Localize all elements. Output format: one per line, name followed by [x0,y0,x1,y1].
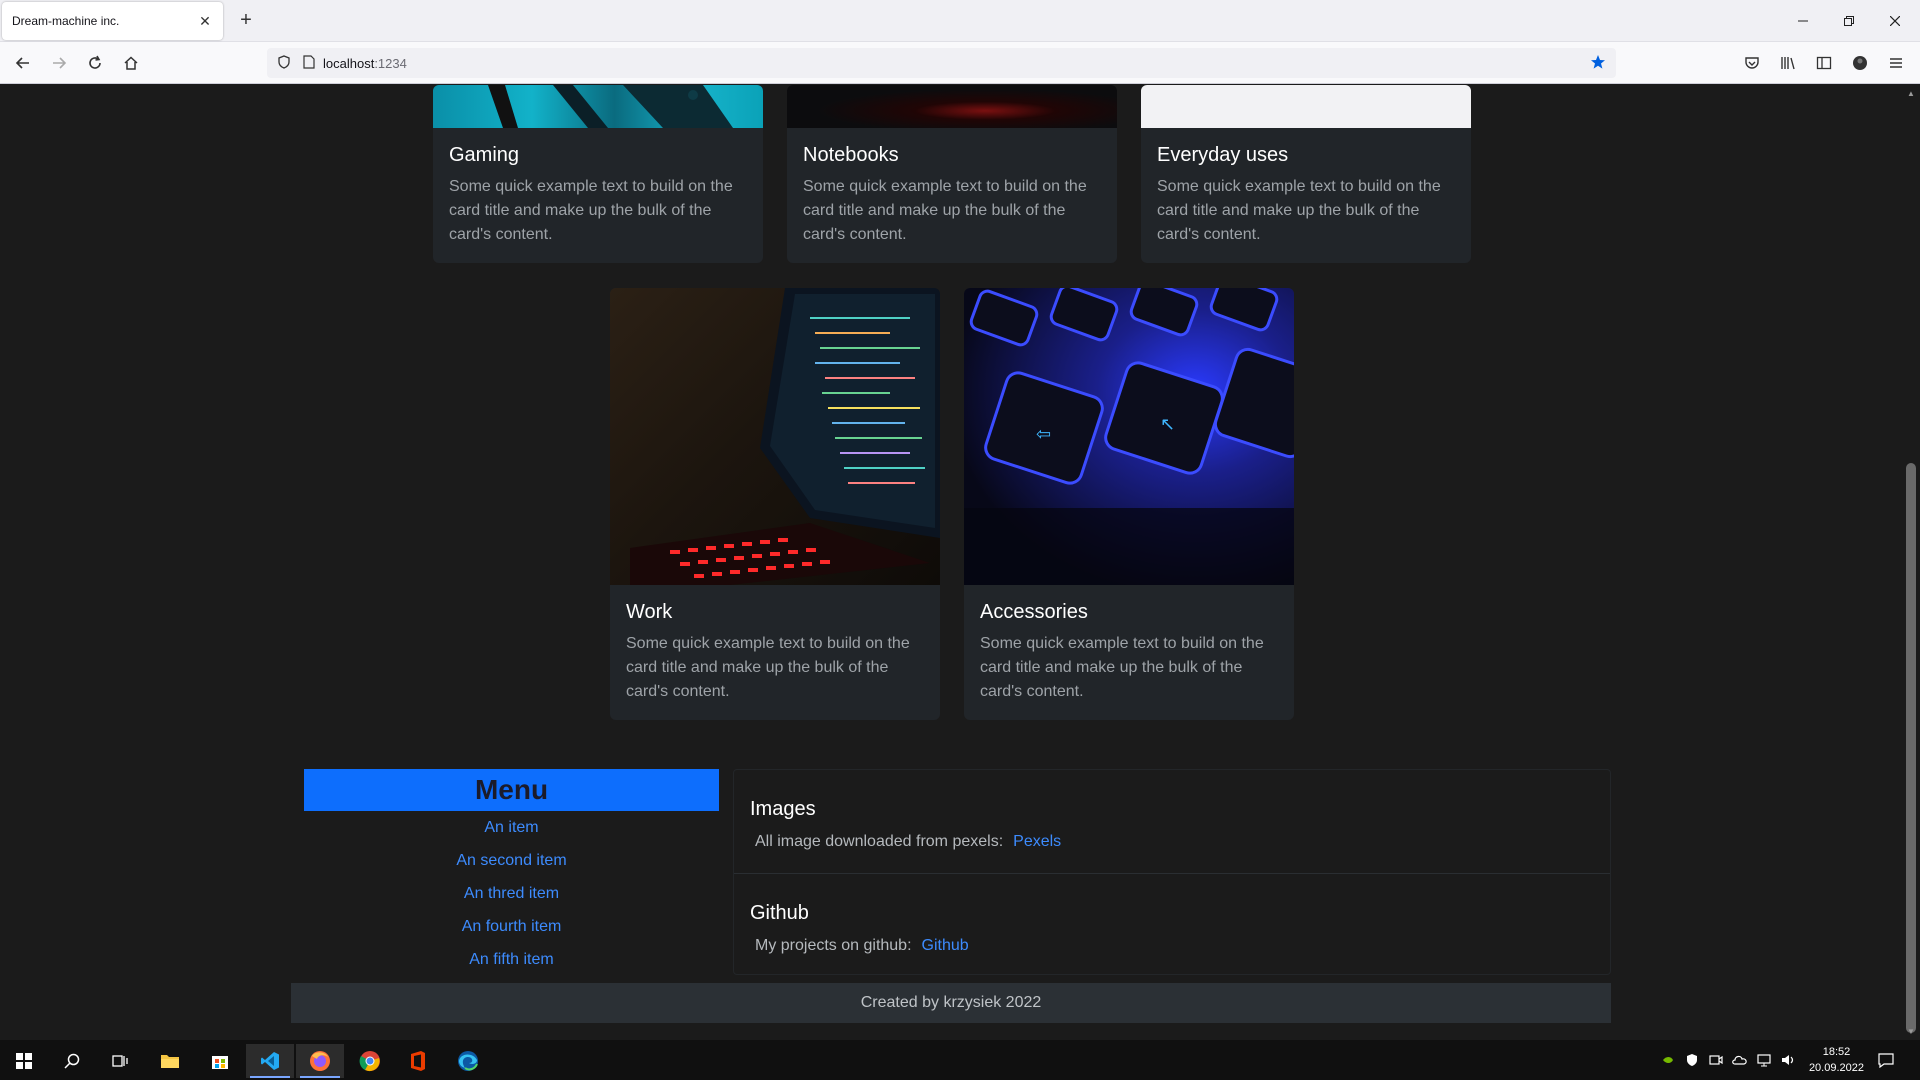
network-icon[interactable] [1756,1052,1772,1068]
menu-item[interactable]: An fourth item [304,910,719,943]
menu-item[interactable]: An thred item [304,877,719,910]
images-label: All image downloaded from pexels: [755,833,1004,850]
card-image-accessories: ⇦ ↖ [964,288,1294,585]
card-text: Some quick example text to build on the … [980,635,1264,700]
meet-now-icon[interactable] [1708,1052,1724,1068]
card-text: Some quick example text to build on the … [449,178,733,243]
pocket-icon[interactable] [1740,51,1764,75]
clock-date: 20.09.2022 [1808,1062,1864,1074]
card-text: Some quick example text to build on the … [803,178,1087,243]
github-title: Github [750,902,809,924]
volume-icon[interactable] [1780,1052,1796,1068]
footer-text: Created by krzysiek 2022 [860,994,1042,1011]
svg-text:⇦: ⇦ [1036,424,1051,445]
forward-icon[interactable] [47,51,71,75]
onedrive-icon[interactable] [1732,1052,1748,1068]
scroll-up-icon[interactable]: ▲ [1907,89,1915,98]
card-image-everyday [1141,85,1471,128]
card-image-work [610,288,940,585]
shield-icon[interactable] [277,54,291,72]
nvidia-icon[interactable] [1660,1052,1676,1068]
page-icon [303,54,315,72]
bookmark-star-icon[interactable] [1590,54,1606,73]
card-gaming[interactable]: Gaming Some quick example text to build … [433,85,763,263]
url-port: :1234 [374,55,407,71]
github-link[interactable]: Github [922,937,969,954]
scrollbar-thumb[interactable] [1906,463,1916,1033]
card-title: Notebooks [803,144,899,166]
card-image-gaming [433,85,763,128]
store-icon[interactable] [196,1044,244,1078]
menu-item[interactable]: An fifth item [304,943,719,976]
links-panel: Images All image downloaded from pexels:… [733,769,1611,975]
page-footer: Created by krzysiek 2022 [291,983,1611,1023]
sidebar-icon[interactable] [1812,51,1836,75]
new-tab-icon[interactable]: + [236,10,256,31]
system-clock[interactable]: 18:52 20.09.2022 [1809,1044,1864,1076]
url-bar[interactable]: localhost:1234 [267,48,1616,78]
reload-icon[interactable] [83,51,107,75]
images-row: All image downloaded from pexels: Pexels [750,833,1594,851]
home-icon[interactable] [119,51,143,75]
card-text: Some quick example text to build on the … [1157,178,1441,243]
menu-item[interactable]: An item [304,811,719,844]
browser-tab[interactable]: Dream-machine inc. ✕ [2,2,223,40]
card-notebooks[interactable]: Notebooks Some quick example text to bui… [787,85,1117,263]
library-icon[interactable] [1776,51,1800,75]
browser-nav-bar: localhost:1234 [0,42,1920,84]
pexels-link[interactable]: Pexels [1013,833,1061,850]
file-explorer-icon[interactable] [146,1044,194,1078]
firefox-icon[interactable] [296,1044,344,1078]
images-title: Images [750,798,816,820]
card-work[interactable]: Work Some quick example text to build on… [610,288,940,720]
account-icon[interactable] [1848,51,1872,75]
card-title: Gaming [449,144,520,166]
github-section: Github My projects on github: Github [734,873,1610,976]
card-accessories[interactable]: ⇦ ↖ Accessories Some quick example text … [964,288,1294,720]
menu-hamburger-icon[interactable] [1884,51,1908,75]
search-icon[interactable] [48,1044,96,1078]
office-icon[interactable] [394,1044,442,1078]
close-tab-icon[interactable]: ✕ [197,13,213,29]
card-title: Everyday uses [1157,144,1289,166]
windows-start-icon[interactable] [0,1044,48,1078]
url-host: localhost [323,55,375,71]
chrome-icon[interactable] [346,1044,394,1078]
notifications-icon[interactable] [1878,1052,1894,1068]
restore-icon[interactable] [1826,0,1872,42]
back-icon[interactable] [11,51,35,75]
tab-title: Dream-machine inc. [12,14,120,28]
clock-time: 18:52 [1822,1046,1851,1058]
svg-text:↖: ↖ [1160,414,1175,435]
windows-taskbar: 18:52 20.09.2022 [0,1040,1920,1080]
scroll-down-icon[interactable]: ▼ [1907,1027,1915,1036]
menu-list: An item An second item An thred item An … [304,811,719,976]
minimize-icon[interactable] [1780,0,1826,42]
card-everyday-uses[interactable]: Everyday uses Some quick example text to… [1141,85,1471,263]
page-scrollbar[interactable]: ▲ ▼ [1902,85,1920,1040]
images-section: Images All image downloaded from pexels:… [734,770,1610,873]
menu-heading: Menu [304,769,719,811]
side-menu: Menu An item An second item An thred ite… [304,769,719,976]
github-row: My projects on github: Github [750,937,1594,955]
card-title: Work [626,601,673,623]
edge-icon[interactable] [444,1044,492,1078]
github-label: My projects on github: [755,937,912,954]
page-viewport: Gaming Some quick example text to build … [0,85,1902,1040]
close-window-icon[interactable] [1872,0,1918,42]
defender-icon[interactable] [1684,1052,1700,1068]
task-view-icon[interactable] [96,1044,144,1078]
vscode-icon[interactable] [246,1044,294,1078]
card-title: Accessories [980,601,1088,623]
card-image-notebooks [787,85,1117,128]
card-text: Some quick example text to build on the … [626,635,910,700]
menu-item[interactable]: An second item [304,844,719,877]
browser-tab-bar: Dream-machine inc. ✕ + [0,0,1920,42]
